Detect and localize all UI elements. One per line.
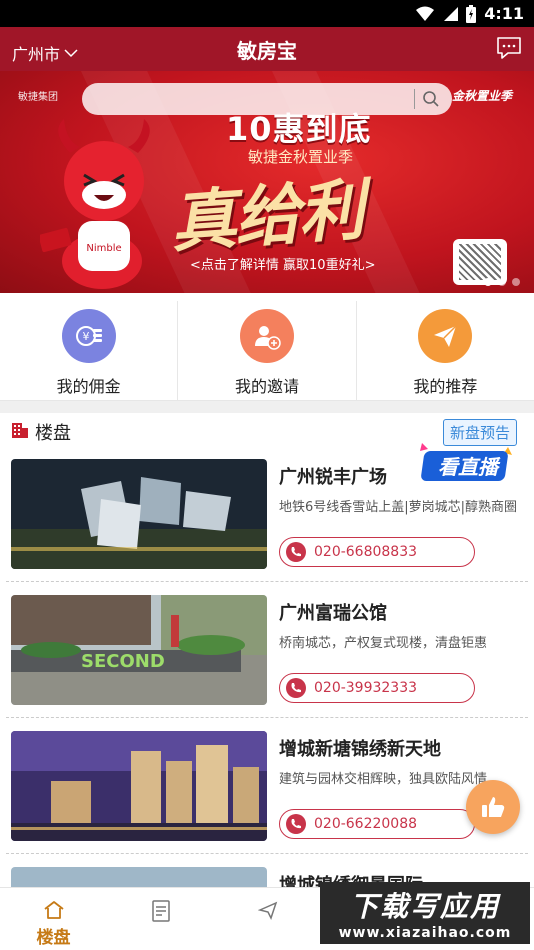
svg-text:Nimble: Nimble [86,243,121,254]
listing-name: 增城新塘锦绣新天地 [279,739,441,760]
listing-name: 广州富瑞公馆 [279,603,387,624]
phone-number: 020-39932333 [314,680,418,696]
battery-icon [466,4,477,23]
phone-icon [286,542,306,562]
divider [6,853,528,854]
phone-number: 020-66220088 [314,816,418,832]
carousel-indicator [484,278,520,286]
carousel-dot[interactable] [484,278,492,286]
svg-text:SECOND: SECOND [81,651,165,672]
building-icon [12,423,28,438]
watermark-title: 下载写应用 [349,890,500,923]
watermark-url: www.xiazaihao.com [338,925,512,941]
listing-description: 桥南城芯，产权复式现楼，清盘钜惠 [279,636,488,651]
signal-icon [444,6,459,21]
divider [6,717,528,718]
listing-card[interactable]: 广州锐丰广场 地铁6号线香雪站上盖|萝岗城芯|醇熟商圈 020-66808833 [0,447,534,583]
paper-plane-icon [418,309,473,363]
my-invites-button[interactable]: 我的邀请 [178,301,357,400]
listing-card[interactable]: SECOND 广州富瑞公馆 桥南城芯，产权复式现楼，清盘钜惠 020-39932… [0,583,534,719]
mascot-illustration: Nimble [40,119,150,289]
quick-actions: ¥ 我的佣金 我的邀请 我的推荐 [0,301,534,401]
listing-photo: SECOND [11,595,267,705]
promo-headline: 真给利 [167,170,365,262]
brand-logo: 敏捷集团 [18,92,58,103]
phone-number: 020-66808833 [314,544,418,560]
carousel-dot[interactable] [498,278,506,286]
clock: 4:11 [484,4,524,23]
my-referrals-button[interactable]: 我的推荐 [357,301,534,400]
promo-title: 10惠到底 [226,110,372,148]
phone-icon [286,678,306,698]
add-user-icon [239,309,294,363]
call-button[interactable]: 020-39932333 [279,673,475,703]
nav-item-share[interactable] [214,888,321,950]
my-commission-button[interactable]: ¥ 我的佣金 [0,301,179,400]
message-icon[interactable] [496,36,522,60]
listing-photo [11,731,267,841]
section-gap [0,401,534,413]
carousel-dot[interactable] [512,278,520,286]
quick-action-label: 我的佣金 [56,377,121,396]
share-icon [257,901,277,920]
nav-item-reports[interactable] [107,888,214,950]
listing-description: 地铁6号线香雪站上盖|萝岗城芯|醇熟商圈 [279,500,518,515]
phone-icon [286,814,306,834]
document-icon [151,900,170,922]
divider [6,581,528,582]
like-button[interactable] [466,780,520,834]
coins-icon: ¥ [61,309,116,363]
listing-photo [11,459,267,569]
section-title: 楼盘 [35,423,71,444]
campaign-logo: 金秋置业季 [451,89,512,103]
nav-item-listings[interactable]: 楼盘 [0,888,107,950]
promo-details-link[interactable]: <点击了解详情 赢取10重好礼> [190,254,375,273]
quick-action-label: 我的邀请 [234,377,299,396]
home-icon [43,901,64,919]
nav-label: 楼盘 [36,928,71,948]
app-screen: 4:11 广州市 敏房宝 敏捷集团 金秋置业季 Nimble 10惠到底 敏捷金… [0,0,534,950]
app-header: 广州市 敏房宝 [0,27,534,71]
promo-banner[interactable]: 敏捷集团 金秋置业季 Nimble 10惠到底 敏捷金秋置业季 真给利 <点击了… [0,71,534,293]
listing-name: 广州锐丰广场 [279,467,387,488]
svg-text:¥: ¥ [82,330,89,343]
search-divider [414,89,415,109]
watermark-logo: 下载写应用 www.xiazaihao.com [320,882,530,944]
listing-card[interactable]: 增城新塘锦绣新天地 建筑与园林交相辉映，独具欧陆风情 020-66220088 [0,719,534,855]
page-title: 敏房宝 [237,39,297,63]
quick-action-label: 我的推荐 [413,377,478,396]
thumbs-up-icon [482,797,505,817]
search-icon[interactable] [422,90,440,108]
call-button[interactable]: 020-66808833 [279,537,475,567]
wifi-icon [416,6,435,21]
status-bar: 4:11 [0,0,534,27]
call-button[interactable]: 020-66220088 [279,809,475,839]
